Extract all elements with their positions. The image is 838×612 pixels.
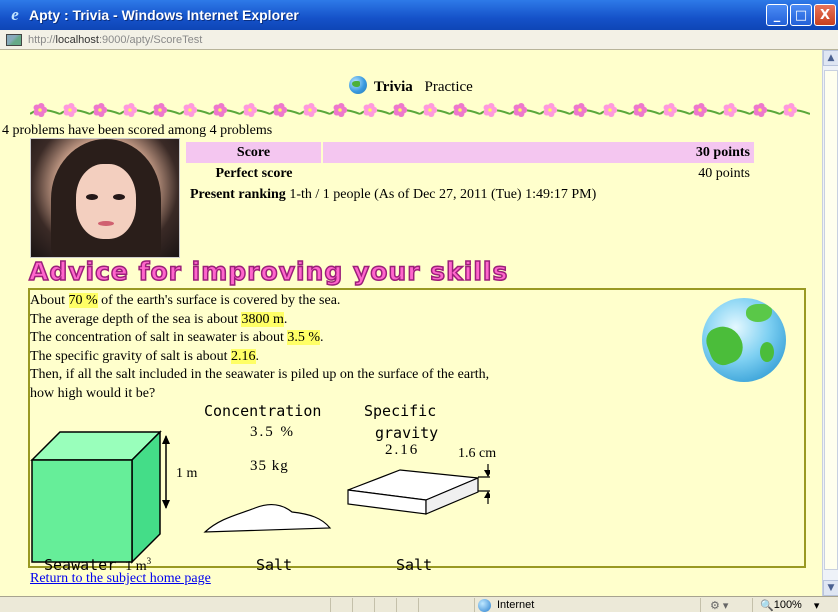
seawater-cube xyxy=(30,430,162,564)
zoom-dropdown-icon: ▾ xyxy=(813,599,820,612)
salt-mass: 35 kg xyxy=(250,458,289,474)
scored-summary: 4 problems have been scored among 4 prob… xyxy=(2,123,273,138)
address-url[interactable]: http://localhost:9000/apty/ScoreTest xyxy=(28,34,202,46)
zone-label: Internet xyxy=(497,599,535,611)
score-label: Score xyxy=(186,142,322,163)
score-table: Score 30 points Perfect score 40 points … xyxy=(186,142,754,205)
zoom-control[interactable]: 🔍 100% ▾ xyxy=(760,597,819,612)
status-bar: Internet ⚙ ▾ 🔍 100% ▾ xyxy=(0,596,838,612)
page-content: Trivia Practice 4 problems have been sco… xyxy=(0,50,822,596)
minimize-icon: _ xyxy=(773,7,781,23)
ranking-row: Present ranking 1-th / 1 people (As of D… xyxy=(186,184,754,205)
concentration-label: Concentration xyxy=(204,402,322,420)
gravity-value: 2.16 xyxy=(385,442,420,458)
ranking-value: 1-th / 1 people (As of Dec 27, 2011 (Tue… xyxy=(289,186,597,202)
score-row: Score 30 points xyxy=(186,142,754,163)
scroll-down-icon[interactable]: ▼ xyxy=(823,580,838,596)
salt-label-slab: Salt xyxy=(396,556,433,574)
perfect-score-label: Perfect score xyxy=(215,165,293,181)
scroll-thumb[interactable] xyxy=(824,70,838,570)
user-photo xyxy=(30,138,180,258)
problem-line-2: The average depth of the sea is about 38… xyxy=(30,311,288,327)
zoom-level: 100% xyxy=(773,599,802,611)
problem-text: About 70 % of the earth's surface is cov… xyxy=(30,292,489,404)
flower-border xyxy=(30,102,810,118)
salt-pile xyxy=(203,503,332,533)
maximize-icon: □ xyxy=(794,7,808,23)
globe-icon xyxy=(349,76,368,94)
ranking-label: Present ranking xyxy=(190,186,286,202)
close-icon: X xyxy=(819,7,831,23)
window-titlebar[interactable]: e Apty : Trivia - Windows Internet Explo… xyxy=(0,0,838,30)
earth-globe-image xyxy=(702,298,786,382)
perfect-score-value: 40 points xyxy=(698,165,750,181)
protected-mode-icon[interactable]: ⚙ ▾ xyxy=(710,597,728,612)
header-title: Trivia xyxy=(373,79,413,95)
specific-label: Specific xyxy=(364,402,437,420)
slab-height-label: 1.6 cm xyxy=(458,446,497,461)
internet-explorer-icon: e xyxy=(11,5,19,24)
salt-diagram: 1 m Seawater 1 m3 Concentration 3.5 % 35… xyxy=(30,402,496,574)
return-home-link[interactable]: Return to the subject home page xyxy=(30,571,211,587)
perfect-score-row: Perfect score 40 points xyxy=(186,163,754,184)
slab-thickness-arrows xyxy=(478,464,490,504)
concentration-value: 3.5 % xyxy=(250,424,295,440)
problem-line-3: The concentration of salt in seawater is… xyxy=(30,330,324,346)
minimize-button[interactable]: _ xyxy=(766,4,788,26)
window-title: Apty : Trivia - Windows Internet Explore… xyxy=(29,7,299,23)
gravity-label: gravity xyxy=(375,424,439,442)
vertical-scrollbar[interactable]: ▲ ▼ xyxy=(822,50,838,596)
problem-box: About 70 % of the earth's surface is cov… xyxy=(28,288,806,574)
zoom-icon: 🔍 xyxy=(760,599,774,612)
maximize-button[interactable]: □ xyxy=(790,4,812,26)
score-value: 30 points xyxy=(321,142,754,163)
scroll-up-icon[interactable]: ▲ xyxy=(823,50,838,66)
security-zone[interactable]: Internet xyxy=(478,597,534,612)
window-controls: _ □ X xyxy=(766,4,836,26)
problem-line-5: Then, if all the salt included in the se… xyxy=(30,367,490,383)
problem-line-1: About 70 % of the earth's surface is cov… xyxy=(30,293,341,308)
salt-label-pile: Salt xyxy=(256,556,293,574)
close-button[interactable]: X xyxy=(814,4,836,26)
page-header: Trivia Practice xyxy=(0,76,822,96)
cube-height-label: 1 m xyxy=(176,466,198,481)
salt-slab xyxy=(347,469,479,515)
address-bar[interactable]: http://localhost:9000/apty/ScoreTest xyxy=(0,30,838,50)
page-icon xyxy=(6,33,22,46)
internet-zone-icon xyxy=(478,598,491,612)
cube-height-arrow xyxy=(162,435,170,509)
advice-heading: Advice for improving your skills xyxy=(28,256,509,287)
problem-line-4: The specific gravity of salt is about 2.… xyxy=(30,348,259,364)
problem-line-6: how high would it be? xyxy=(30,385,156,401)
header-subtitle: Practice xyxy=(424,79,473,95)
